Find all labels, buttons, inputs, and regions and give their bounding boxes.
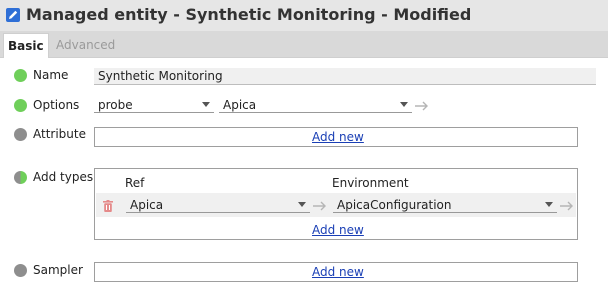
tab-basic[interactable]: Basic: [3, 33, 49, 58]
arrow-right-icon[interactable]: [313, 201, 327, 211]
environment-column-header: Environment: [332, 176, 409, 190]
window-titlebar: Managed entity - Synthetic Monitoring - …: [0, 0, 608, 32]
ref-select[interactable]: Apica: [126, 197, 310, 213]
environment-select-value: ApicaConfiguration: [337, 198, 452, 212]
ref-column-header: Ref: [125, 176, 145, 190]
sampler-status-icon: [14, 264, 27, 277]
attribute-box: Add new: [94, 127, 578, 147]
attribute-add-new-link[interactable]: Add new: [312, 130, 364, 144]
chevron-down-icon: [400, 102, 408, 107]
arrow-right-icon[interactable]: [415, 101, 429, 111]
chevron-down-icon: [202, 102, 210, 107]
attribute-status-icon: [14, 128, 27, 141]
tab-advanced[interactable]: Advanced: [52, 33, 119, 57]
name-label: Name: [33, 68, 69, 82]
arrow-right-icon[interactable]: [560, 201, 574, 211]
sampler-label: Sampler: [33, 263, 83, 277]
chevron-down-icon: [298, 202, 306, 207]
options-value-value: Apica: [223, 98, 257, 112]
environment-select[interactable]: ApicaConfiguration: [333, 197, 557, 213]
sampler-add-new-link[interactable]: Add new: [312, 265, 364, 279]
chevron-down-icon: [545, 202, 553, 207]
add-types-label: Add types: [33, 170, 94, 184]
ref-select-value: Apica: [130, 198, 164, 212]
attribute-label: Attribute: [33, 127, 86, 141]
options-type-select[interactable]: probe: [94, 97, 214, 113]
options-label: Options: [33, 98, 80, 112]
name-status-icon: [14, 69, 27, 82]
options-status-icon: [14, 99, 27, 112]
window-title: Managed entity - Synthetic Monitoring - …: [26, 5, 472, 24]
name-field[interactable]: Synthetic Monitoring: [94, 68, 596, 85]
edit-icon: [6, 8, 20, 22]
options-value-select[interactable]: Apica: [219, 97, 412, 113]
tab-strip: Basic Advanced: [0, 31, 608, 58]
add-types-add-new-link[interactable]: Add new: [312, 223, 364, 237]
sampler-box: Add new: [94, 262, 578, 282]
trash-icon[interactable]: [103, 200, 113, 212]
add-types-status-icon: [14, 171, 27, 184]
options-type-value: probe: [98, 98, 133, 112]
